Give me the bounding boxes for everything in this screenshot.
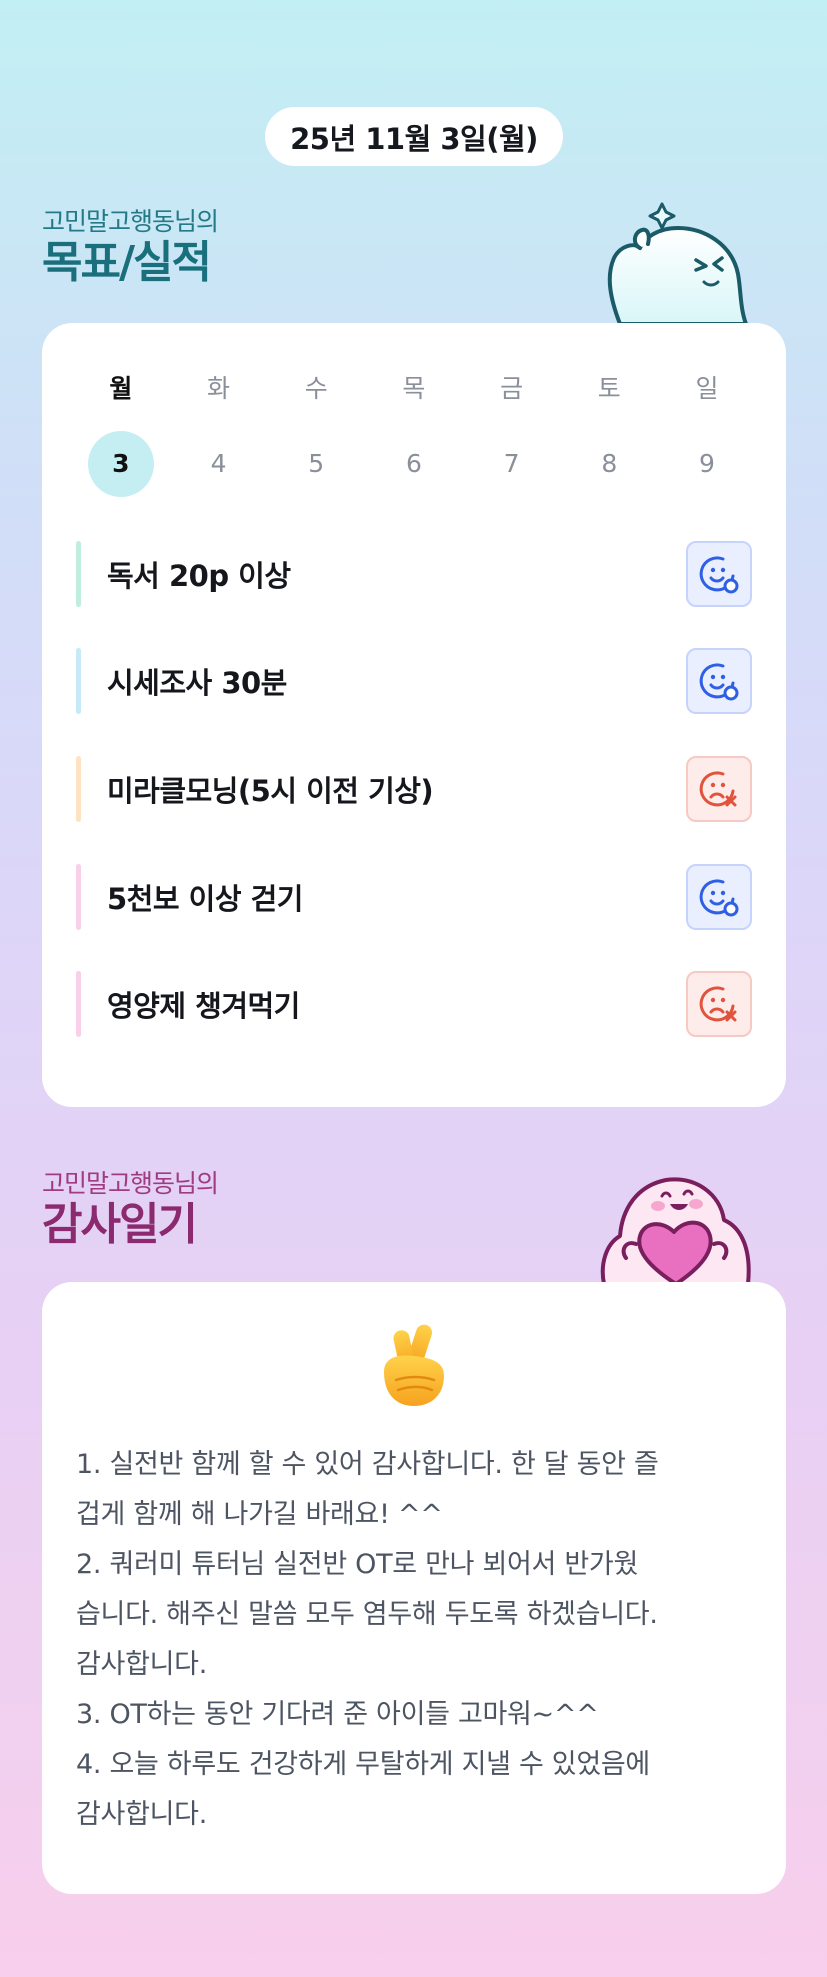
sad-x-icon: [699, 986, 737, 1022]
goals-card: 월 화 수 목 금 토 일 3 4 5 6 7 8 9 독서 20p 이상 시세…: [42, 323, 786, 1107]
goals-subtitle: 고민말고행동님의: [42, 207, 219, 236]
date-cell-selected[interactable]: 3: [72, 431, 170, 497]
gratitude-line: 감사합니다.: [76, 1649, 207, 1680]
date-cell[interactable]: 4: [170, 431, 268, 497]
gratitude-subtitle: 고민말고행동님의: [42, 1169, 219, 1198]
goal-item[interactable]: 시세조사 30분: [76, 648, 752, 714]
weekday-sun: 일: [695, 374, 719, 403]
goal-color-bar: [76, 541, 81, 607]
gratitude-header: 고민말고행동님의 감사일기: [42, 1164, 219, 1250]
date-cell[interactable]: 9: [658, 431, 756, 497]
goal-item[interactable]: 5천보 이상 걷기: [76, 864, 752, 930]
goal-label: 영양제 챙겨먹기: [107, 989, 300, 1023]
weekday-fri: 금: [500, 374, 524, 403]
smile-check-icon: [699, 556, 739, 594]
sad-x-icon: [699, 771, 737, 807]
goal-label: 독서 20p 이상: [107, 559, 291, 593]
goal-color-bar: [76, 648, 81, 714]
heart-hug-mascot-icon: [600, 1177, 751, 1284]
gratitude-line: 3. OT하는 동안 기다려 준 아이들 고마워~^^: [76, 1699, 599, 1730]
weekday-sat: 토: [597, 374, 621, 403]
goal-item[interactable]: 미라클모닝(5시 이전 기상): [76, 756, 752, 822]
date-cell[interactable]: 7: [463, 431, 561, 497]
gratitude-line: 4. 오늘 하루도 건강하게 무탈하게 지낼 수 있었음에: [76, 1749, 650, 1780]
thumbs-up-mascot-icon: [607, 202, 748, 324]
goal-status-button[interactable]: [686, 648, 752, 714]
date-cell[interactable]: 5: [267, 431, 365, 497]
crossed-fingers-icon: [384, 1324, 444, 1406]
gratitude-entries: 1. 실전반 함께 할 수 있어 감사합니다. 한 달 동안 즐 겁게 함께 해…: [76, 1440, 766, 1840]
date-cell[interactable]: 8: [560, 431, 658, 497]
weekday-thu: 목: [402, 374, 426, 403]
weekday-mon: 월: [109, 374, 133, 403]
gratitude-line: 습니다. 해주신 말씀 모두 염두해 두도록 하겠습니다.: [76, 1599, 658, 1630]
goal-label: 5천보 이상 걷기: [107, 882, 303, 916]
goal-status-button[interactable]: [686, 864, 752, 930]
gratitude-line: 2. 쿼러미 튜터님 실전반 OT로 만나 뵈어서 반가웠: [76, 1549, 639, 1580]
gratitude-title: 감사일기: [42, 1199, 198, 1250]
goal-status-button[interactable]: [686, 541, 752, 607]
goal-label: 시세조사 30분: [107, 666, 287, 700]
goal-label: 미라클모닝(5시 이전 기상): [107, 774, 434, 808]
weekday-wed: 수: [304, 374, 328, 403]
goal-color-bar: [76, 756, 81, 822]
gratitude-line: 1. 실전반 함께 할 수 있어 감사합니다. 한 달 동안 즐: [76, 1449, 659, 1480]
goal-item[interactable]: 영양제 챙겨먹기: [76, 971, 752, 1037]
goal-item[interactable]: 독서 20p 이상: [76, 541, 752, 607]
date-row: 3 4 5 6 7 8 9: [72, 431, 756, 497]
smile-check-icon: [699, 879, 739, 917]
goals-header: 고민말고행동님의 목표/실적: [42, 202, 219, 288]
gratitude-line: 감사합니다.: [76, 1799, 207, 1830]
goals-title: 목표/실적: [42, 237, 212, 288]
goal-color-bar: [76, 864, 81, 930]
date-pill[interactable]: 25년 11월 3일(월): [265, 107, 563, 166]
gratitude-card: 1. 실전반 함께 할 수 있어 감사합니다. 한 달 동안 즐 겁게 함께 해…: [42, 1282, 786, 1894]
goal-color-bar: [76, 971, 81, 1037]
smile-check-icon: [699, 663, 739, 701]
gratitude-line: 겁게 함께 해 나가길 바래요! ^^: [76, 1499, 443, 1530]
weekday-row: 월 화 수 목 금 토 일: [72, 371, 756, 407]
date-cell[interactable]: 6: [365, 431, 463, 497]
goal-status-button[interactable]: [686, 971, 752, 1037]
goal-status-button[interactable]: [686, 756, 752, 822]
weekday-tue: 화: [207, 374, 231, 403]
